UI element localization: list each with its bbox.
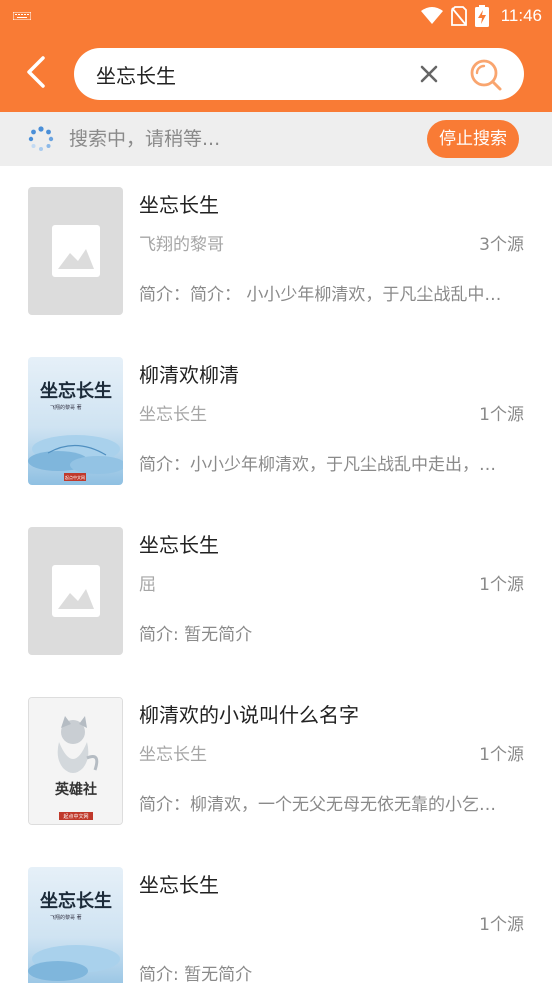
book-cover: 英雄社 起点中文网 xyxy=(28,697,123,825)
cover-title-text: 英雄社 xyxy=(54,781,97,798)
book-cover-placeholder xyxy=(28,527,123,655)
book-title: 柳清欢的小说叫什么名字 xyxy=(139,703,359,727)
book-title: 坐忘长生 xyxy=(139,873,219,897)
result-item[interactable]: 坐忘长生 飞翔的黎哥 著 坐忘长生 1个源 简介: 暂无简介 xyxy=(0,846,552,983)
book-intro: 简介：小小少年柳清欢，于凡尘战乱中走出，… xyxy=(139,455,496,475)
book-intro: 简介：简介： 小小少年柳清欢，于凡尘战乱中… xyxy=(139,285,502,305)
book-intro: 简介：柳清欢，一个无父无母无依无靠的小乞… xyxy=(139,795,496,815)
search-input[interactable] xyxy=(96,48,396,100)
book-cover-art: 坐忘长生 飞翔的黎哥 著 xyxy=(28,867,123,983)
cover-badge-text: 起点中文网 xyxy=(63,813,88,820)
book-author: 坐忘长生 xyxy=(139,405,207,425)
source-count: 1个源 xyxy=(479,745,524,765)
source-count: 1个源 xyxy=(479,575,524,595)
no-sim-icon xyxy=(450,6,467,26)
cover-badge-text: 起点中文网 xyxy=(65,474,85,480)
image-placeholder-icon xyxy=(51,225,100,277)
result-item[interactable]: 英雄社 起点中文网 柳清欢的小说叫什么名字 坐忘长生 1个源 简介：柳清欢，一个… xyxy=(0,676,552,846)
cover-title-text: 坐忘长生 xyxy=(40,380,112,402)
status-bar: 11:46 xyxy=(0,0,552,32)
loading-spinner-icon xyxy=(28,126,54,151)
book-cover: 坐忘长生 飞翔的黎哥 著 起点中文网 xyxy=(28,357,123,485)
book-title: 坐忘长生 xyxy=(139,533,219,557)
battery-charging-icon xyxy=(474,5,489,27)
book-intro: 简介: 暂无简介 xyxy=(139,625,253,645)
book-title: 柳清欢柳清 xyxy=(139,363,239,387)
search-box xyxy=(74,48,524,100)
keyboard-icon xyxy=(13,12,31,20)
search-icon[interactable] xyxy=(468,57,504,93)
search-header xyxy=(0,32,552,112)
source-count: 3个源 xyxy=(479,235,524,255)
book-cover: 坐忘长生 飞翔的黎哥 著 xyxy=(28,867,123,983)
chevron-left-icon xyxy=(27,56,45,88)
searching-status-text: 搜索中，请稍等... xyxy=(69,128,221,150)
book-author: 屈 xyxy=(139,575,156,595)
book-author: 坐忘长生 xyxy=(139,745,207,765)
result-item[interactable]: 坐忘长生 屈 1个源 简介: 暂无简介 xyxy=(0,506,552,676)
back-button[interactable] xyxy=(18,52,54,92)
search-result-list: 坐忘长生 飞翔的黎哥 3个源 简介：简介： 小小少年柳清欢，于凡尘战乱中… 坐忘… xyxy=(0,166,552,983)
cover-subtitle-text: 飞翔的黎哥 著 xyxy=(50,914,82,921)
source-count: 1个源 xyxy=(479,405,524,425)
result-item[interactable]: 坐忘长生 飞翔的黎哥 著 起点中文网 柳清欢柳清 坐忘长生 1个源 简介：小小少… xyxy=(0,336,552,506)
stop-search-button[interactable]: 停止搜索 xyxy=(427,120,519,158)
source-count: 1个源 xyxy=(479,915,524,935)
wifi-icon xyxy=(420,7,443,24)
searching-bar: 搜索中，请稍等... 停止搜索 xyxy=(0,112,552,166)
clear-icon[interactable] xyxy=(416,61,442,87)
status-time: 11:46 xyxy=(500,6,542,25)
image-placeholder-icon xyxy=(51,565,100,617)
book-cover-placeholder xyxy=(28,187,123,315)
result-item[interactable]: 坐忘长生 飞翔的黎哥 3个源 简介：简介： 小小少年柳清欢，于凡尘战乱中… xyxy=(0,166,552,336)
book-cover-art: 英雄社 起点中文网 xyxy=(29,698,122,824)
cover-subtitle-text: 飞翔的黎哥 著 xyxy=(50,404,82,411)
book-title: 坐忘长生 xyxy=(139,193,219,217)
book-cover-art: 坐忘长生 飞翔的黎哥 著 起点中文网 xyxy=(28,357,123,485)
cover-title-text: 坐忘长生 xyxy=(40,890,112,912)
book-author: 飞翔的黎哥 xyxy=(139,235,224,255)
book-intro: 简介: 暂无简介 xyxy=(139,965,253,983)
